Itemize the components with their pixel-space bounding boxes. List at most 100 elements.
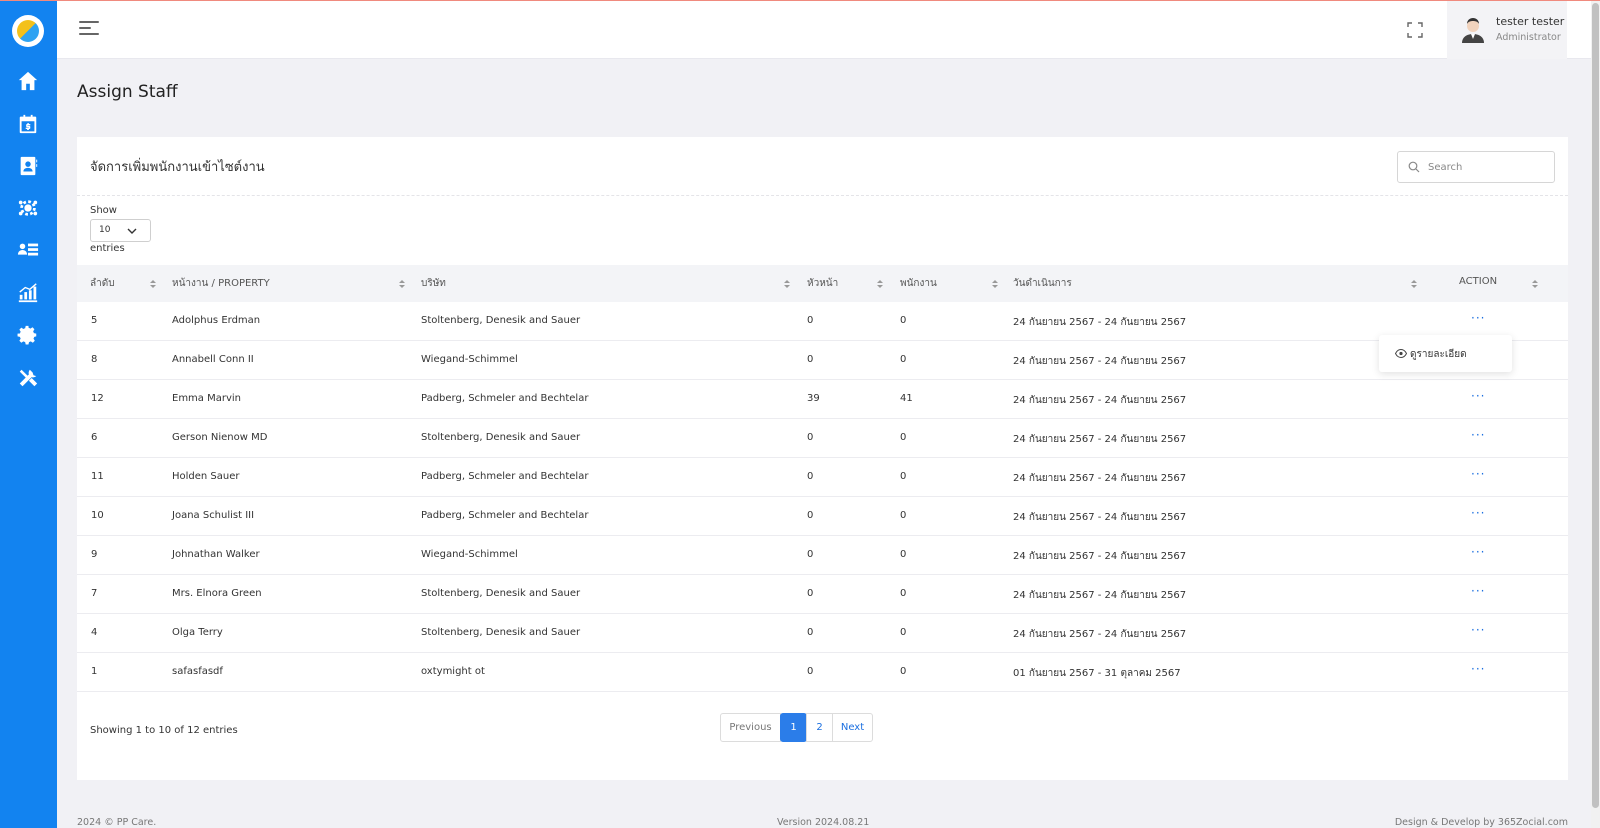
home-icon[interactable] [16, 69, 40, 93]
assign-staff-card: จัดการเพิ่มพนักงานเข้าไซต์งาน Show 10 en… [77, 137, 1568, 780]
user-name: tester tester [1496, 15, 1565, 28]
cell-staff: 0 [900, 315, 907, 326]
cell-staff: 41 [900, 393, 913, 404]
contact-book-icon[interactable] [16, 154, 40, 178]
table-row: 8 Annabell Conn II Wiegand-Schimmel 0 0 … [77, 341, 1568, 380]
table-row: 4 Olga Terry Stoltenberg, Denesik and Sa… [77, 614, 1568, 653]
footer-copyright: 2024 © PP Care. [77, 817, 157, 828]
fullscreen-icon[interactable] [1407, 22, 1423, 38]
row-action-button[interactable]: ··· [1471, 428, 1485, 442]
calendar-dollar-icon[interactable] [16, 112, 40, 136]
sort-icon[interactable] [1411, 280, 1417, 290]
cell-no: 7 [91, 588, 98, 599]
row-action-button[interactable]: ··· [1471, 662, 1485, 676]
cell-date: 24 กันยายน 2567 - 24 กันยายน 2567 [1013, 434, 1187, 445]
cell-property: Annabell Conn II [172, 354, 254, 365]
cell-property: safasfasdf [172, 666, 223, 677]
settings-gear-icon[interactable] [16, 323, 40, 347]
card-title: จัดการเพิ่มพนักงานเข้าไซต์งาน [90, 160, 265, 175]
sort-icon[interactable] [150, 280, 156, 290]
cell-staff: 0 [900, 471, 907, 482]
col-header-property[interactable]: หน้างาน / PROPERTY [172, 276, 270, 291]
row-action-button[interactable]: ··· [1471, 506, 1485, 520]
sidebar [0, 0, 57, 828]
user-role: Administrator [1496, 32, 1561, 43]
table-row: 5 Adolphus Erdman Stoltenberg, Denesik a… [77, 302, 1568, 341]
pagination: Previous 1 2 Next [720, 713, 873, 742]
page-1-button[interactable]: 1 [780, 713, 807, 742]
top-accent-line [0, 0, 1600, 1]
cell-no: 9 [91, 549, 98, 560]
cell-company: Stoltenberg, Denesik and Sauer [421, 627, 581, 638]
page-2-button[interactable]: 2 [806, 713, 833, 742]
cell-company: oxtymight ot [421, 666, 485, 677]
previous-page-button[interactable]: Previous [720, 713, 781, 742]
cell-head: 0 [807, 432, 814, 443]
cell-date: 01 กันยายน 2567 - 31 ตุลาคม 2567 [1013, 668, 1181, 679]
sort-icon[interactable] [784, 280, 790, 290]
table-row: 9 Johnathan Walker Wiegand-Schimmel 0 0 … [77, 536, 1568, 575]
avatar [1462, 18, 1484, 43]
bar-chart-icon[interactable] [16, 281, 40, 305]
col-header-company[interactable]: บริษัท [421, 276, 446, 291]
footer-version: Version 2024.08.21 [777, 817, 870, 828]
search-box[interactable] [1397, 151, 1555, 183]
cell-date: 24 กันยายน 2567 - 24 กันยายน 2567 [1013, 395, 1187, 406]
row-action-button[interactable]: ··· [1471, 545, 1485, 559]
cell-property: Joana Schulist III [172, 510, 255, 521]
cell-property: Mrs. Elnora Green [172, 588, 262, 599]
cell-company: Padberg, Schmeler and Bechtelar [421, 393, 589, 404]
cell-property: Holden Sauer [172, 471, 240, 482]
row-action-button[interactable]: ··· [1471, 584, 1485, 598]
cell-no: 11 [91, 471, 104, 482]
table-row: 10 Joana Schulist III Padberg, Schmeler … [77, 497, 1568, 536]
team-gear-icon[interactable] [16, 196, 40, 220]
cell-company: Wiegand-Schimmel [421, 549, 518, 560]
cell-staff: 0 [900, 627, 907, 638]
cell-date: 24 กันยายน 2567 - 24 กันยายน 2567 [1013, 512, 1187, 523]
card-divider [77, 195, 1568, 196]
staff-list-icon[interactable] [16, 238, 40, 262]
cell-property: Olga Terry [172, 627, 223, 638]
app-logo[interactable] [12, 15, 44, 47]
user-menu[interactable]: tester tester Administrator [1447, 1, 1567, 59]
view-details-menu-item[interactable]: ดูรายละเอียด [1410, 347, 1467, 362]
table-row: 11 Holden Sauer Padberg, Schmeler and Be… [77, 458, 1568, 497]
cell-company: Wiegand-Schimmel [421, 354, 518, 365]
col-header-head[interactable]: หัวหน้า [807, 276, 838, 291]
cell-head: 0 [807, 627, 814, 638]
cell-head: 0 [807, 588, 814, 599]
cell-staff: 0 [900, 549, 907, 560]
menu-toggle-icon[interactable] [79, 21, 99, 37]
row-action-button[interactable]: ··· [1471, 389, 1485, 403]
sort-icon[interactable] [1532, 280, 1538, 290]
tools-icon[interactable] [16, 366, 40, 390]
cell-no: 4 [91, 627, 98, 638]
sort-icon[interactable] [877, 280, 883, 290]
cell-no: 6 [91, 432, 98, 443]
table-header: ลำดับ หน้างาน / PROPERTY บริษัท หัวหน้า … [77, 265, 1568, 302]
row-action-button[interactable]: ··· [1471, 467, 1485, 481]
cell-staff: 0 [900, 432, 907, 443]
col-header-no[interactable]: ลำดับ [90, 276, 115, 291]
cell-staff: 0 [900, 510, 907, 521]
next-page-button[interactable]: Next [832, 713, 873, 742]
cell-company: Stoltenberg, Denesik and Sauer [421, 432, 581, 443]
col-header-date[interactable]: วันดำเนินการ [1013, 276, 1072, 291]
page-scrollbar-thumb[interactable] [1592, 3, 1599, 808]
sort-icon[interactable] [399, 280, 405, 290]
page-title: Assign Staff [77, 82, 178, 102]
row-action-button[interactable]: ··· [1471, 623, 1485, 637]
search-icon [1408, 161, 1420, 173]
col-header-staff[interactable]: พนักงาน [900, 276, 937, 291]
search-input[interactable] [1428, 158, 1548, 176]
cell-staff: 0 [900, 354, 907, 365]
entries-per-page-select[interactable]: 10 [90, 219, 151, 242]
entries-select-value: 10 [99, 225, 111, 235]
cell-date: 24 กันยายน 2567 - 24 กันยายน 2567 [1013, 317, 1187, 328]
cell-date: 24 กันยายน 2567 - 24 กันยายน 2567 [1013, 590, 1187, 601]
sort-icon[interactable] [992, 280, 998, 290]
cell-property: Johnathan Walker [172, 549, 260, 560]
eye-icon [1395, 349, 1407, 358]
row-action-button[interactable]: ··· [1471, 311, 1485, 325]
